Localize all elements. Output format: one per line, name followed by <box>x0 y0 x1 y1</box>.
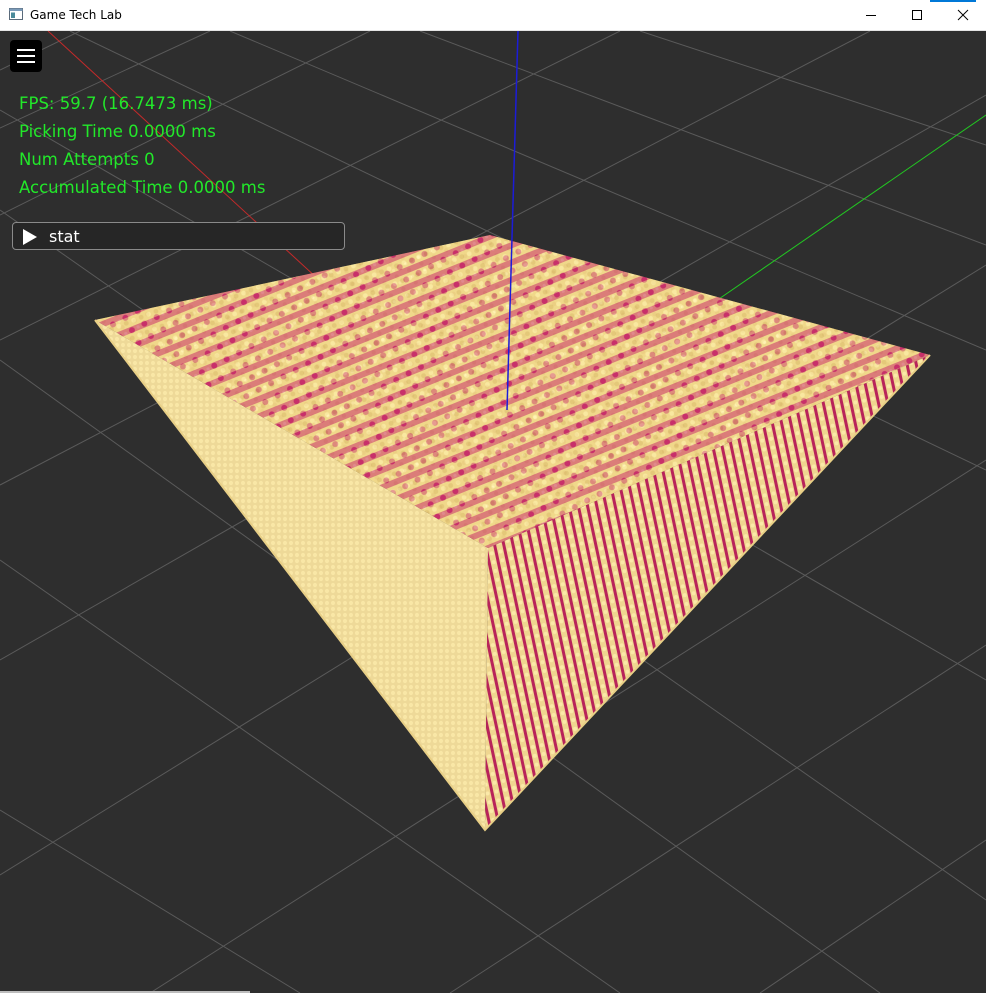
play-icon <box>23 229 37 245</box>
cube-structure-top-overlay <box>95 235 930 548</box>
hamburger-menu-icon <box>17 49 35 51</box>
fps-text: FPS: 59.7 (16.7473 ms) <box>19 94 213 113</box>
close-icon <box>957 9 969 21</box>
stat-collapsible-panel[interactable]: stat <box>12 222 345 250</box>
window-title: Game Tech Lab <box>30 8 122 22</box>
close-button[interactable] <box>940 0 986 30</box>
maximize-icon <box>912 10 922 20</box>
maximize-button[interactable] <box>894 0 940 30</box>
stat-panel-label: stat <box>49 227 80 246</box>
stats-overlay: FPS: 59.7 (16.7473 ms) Picking Time 0.00… <box>19 90 265 202</box>
title-bar[interactable]: Game Tech Lab <box>0 0 986 31</box>
hamburger-menu-icon-bar <box>17 55 35 57</box>
cube-structure[interactable] <box>94 235 931 832</box>
app-window: Game Tech Lab FPS: 59.7 (16.7473 ms) Pic… <box>0 0 986 993</box>
minimize-icon <box>866 15 876 16</box>
app-window-icon <box>9 8 23 20</box>
z-axis-line <box>699 114 986 313</box>
hamburger-menu-button[interactable] <box>10 40 42 72</box>
render-viewport[interactable]: FPS: 59.7 (16.7473 ms) Picking Time 0.00… <box>0 31 986 993</box>
accumulated-time-text: Accumulated Time 0.0000 ms <box>19 178 266 197</box>
picking-time-text: Picking Time 0.0000 ms <box>19 122 216 141</box>
title-bar-accent <box>930 0 976 2</box>
num-attempts-text: Num Attempts 0 <box>19 150 155 169</box>
minimize-button[interactable] <box>848 0 894 30</box>
hamburger-menu-icon-bar <box>17 61 35 63</box>
